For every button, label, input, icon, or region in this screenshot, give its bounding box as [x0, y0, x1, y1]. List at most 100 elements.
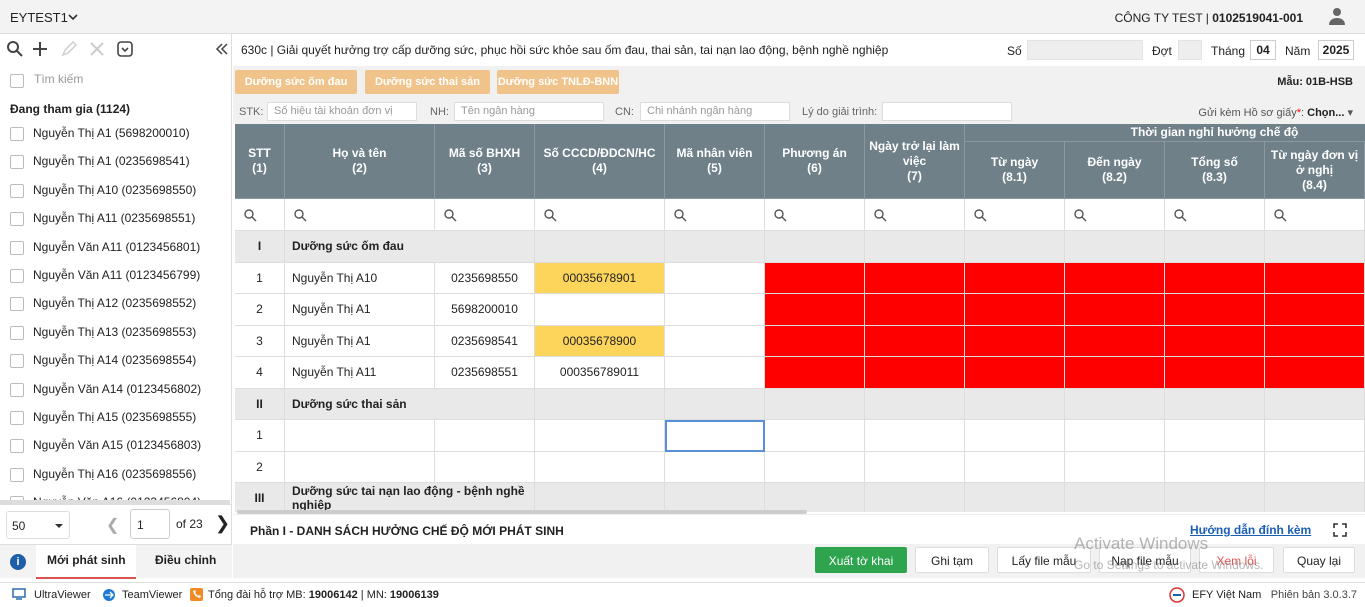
collapse-icon[interactable] [215, 42, 229, 56]
employee-checkbox[interactable] [10, 467, 24, 482]
tab-tnld-bnn[interactable]: Dưỡng sức TNLĐ-BNN [497, 70, 619, 94]
filter-cell[interactable] [1065, 199, 1165, 231]
employee-checkbox[interactable] [10, 410, 24, 425]
search-icon[interactable] [6, 40, 24, 58]
edit-icon[interactable] [60, 40, 78, 58]
row-error-cell[interactable] [1165, 325, 1265, 357]
employee-checkbox[interactable] [10, 183, 24, 198]
employee-checkbox[interactable] [10, 382, 24, 397]
employee-item[interactable]: Nguyễn Thị A1 (0235698541) [0, 148, 230, 176]
employee-item[interactable]: Nguyễn Thị A10 (0235698550) [0, 177, 230, 205]
employee-item[interactable]: Nguyễn Thị A1 (5698200010) [0, 120, 230, 148]
so-input[interactable] [1027, 40, 1143, 60]
row-error-cell[interactable] [865, 357, 965, 389]
employee-checkbox[interactable] [10, 240, 24, 255]
filter-cell[interactable] [1165, 199, 1265, 231]
next-page-icon[interactable]: ❯ [215, 513, 230, 534]
employee-checkbox[interactable] [10, 212, 24, 227]
dropdown-box-icon[interactable] [116, 40, 134, 58]
row-error-cell[interactable] [1265, 262, 1365, 294]
row-error-cell[interactable] [765, 325, 865, 357]
row-bhxh[interactable]: 0235698541 [435, 325, 535, 357]
chevron-down-icon[interactable] [68, 12, 78, 22]
filter-cell[interactable] [285, 199, 435, 231]
page-input[interactable]: 1 [130, 509, 170, 539]
employee-checkbox[interactable] [10, 127, 24, 141]
row-cell[interactable] [285, 451, 435, 483]
employee-item[interactable]: Nguyễn Văn A15 (0123456803) [0, 432, 230, 460]
row-error-cell[interactable] [1065, 357, 1165, 389]
user-icon[interactable] [1327, 6, 1347, 26]
row-error-cell[interactable] [1265, 294, 1365, 326]
row-error-cell[interactable] [765, 294, 865, 326]
guide-link[interactable]: Hướng dẫn đính kèm [1190, 523, 1311, 537]
row-cccd[interactable]: 000356789011 [535, 357, 665, 389]
filter-cell[interactable] [665, 199, 765, 231]
row-error-cell[interactable] [1265, 357, 1365, 389]
row-error-cell[interactable] [1065, 262, 1165, 294]
employee-item[interactable]: Nguyễn Văn A14 (0123456802) [0, 376, 230, 404]
row-cell[interactable] [1265, 420, 1365, 452]
row-error-cell[interactable] [965, 294, 1065, 326]
row-error-cell[interactable] [965, 325, 1065, 357]
expand-icon[interactable] [1333, 523, 1347, 537]
row-bhxh[interactable]: 0235698551 [435, 357, 535, 389]
row-error-cell[interactable] [1065, 294, 1165, 326]
teamviewer-link[interactable]: TeamViewer [122, 589, 182, 601]
search-input[interactable]: Tìm kiếm [8, 70, 208, 90]
lydo-input[interactable] [882, 102, 1012, 121]
employee-item[interactable]: Nguyễn Thị A11 (0235698551) [0, 205, 230, 233]
prev-page-icon[interactable]: ❮ [106, 515, 119, 535]
employee-item[interactable]: Nguyễn Văn A11 (0123456801) [0, 234, 230, 262]
filter-cell[interactable] [965, 199, 1065, 231]
row-cell[interactable] [285, 420, 435, 452]
row-cell[interactable] [435, 451, 535, 483]
info-icon[interactable]: i [10, 554, 26, 570]
close-icon[interactable] [88, 40, 106, 58]
export-button[interactable]: Xuất tờ khai [815, 547, 907, 573]
row-cell[interactable] [865, 420, 965, 452]
row-error-cell[interactable] [1165, 357, 1265, 389]
tab-om-dau[interactable]: Dưỡng sức ốm đau [235, 70, 357, 94]
employee-item[interactable]: Nguyễn Thị A15 (0235698555) [0, 404, 230, 432]
employee-checkbox[interactable] [10, 155, 24, 170]
row-cell[interactable] [535, 451, 665, 483]
row-cell[interactable] [765, 420, 865, 452]
row-employee-code[interactable] [665, 294, 765, 326]
filter-cell[interactable] [235, 199, 285, 231]
tab-thai-san[interactable]: Dưỡng sức thai sản [365, 70, 490, 94]
ultraviewer-link[interactable]: UltraViewer [34, 589, 91, 601]
row-error-cell[interactable] [1065, 325, 1165, 357]
employee-checkbox[interactable] [10, 439, 24, 454]
select-all-checkbox[interactable] [10, 74, 24, 88]
row-cell[interactable] [665, 420, 765, 452]
nh-input[interactable]: Tên ngân hàng [454, 102, 604, 121]
row-employee-code[interactable] [665, 357, 765, 389]
row-error-cell[interactable] [1265, 325, 1365, 357]
back-button[interactable]: Quay lại [1283, 547, 1355, 573]
employee-checkbox[interactable] [10, 297, 24, 312]
filter-cell[interactable] [865, 199, 965, 231]
row-cell[interactable] [1065, 420, 1165, 452]
row-cell[interactable] [1165, 451, 1265, 483]
row-error-cell[interactable] [765, 262, 865, 294]
row-cell[interactable] [1165, 420, 1265, 452]
row-cccd[interactable]: 00035678900 [535, 325, 665, 357]
row-name[interactable]: Nguyễn Thị A1 [285, 325, 435, 357]
row-name[interactable]: Nguyễn Thị A11 [285, 357, 435, 389]
row-error-cell[interactable] [765, 357, 865, 389]
year-input[interactable]: 2025 [1318, 40, 1354, 60]
tab-new[interactable]: Mới phát sinh [36, 545, 136, 579]
row-cell[interactable] [535, 420, 665, 452]
month-input[interactable]: 04 [1250, 40, 1276, 60]
stk-input[interactable]: Số hiệu tài khoản đơn vị [267, 102, 417, 121]
row-error-cell[interactable] [865, 325, 965, 357]
row-cccd[interactable]: 00035678901 [535, 262, 665, 294]
employee-item[interactable]: Nguyễn Văn A11 (0123456799) [0, 262, 230, 290]
attach-select[interactable]: Gửi kèm Hồ sơ giấy*: Chọn... ▾ [1198, 106, 1353, 119]
employee-checkbox[interactable] [10, 325, 24, 340]
row-error-cell[interactable] [1165, 294, 1265, 326]
filter-cell[interactable] [765, 199, 865, 231]
employee-item[interactable]: Nguyễn Văn A16 (0123456804) [0, 489, 230, 500]
employee-item[interactable]: Nguyễn Thị A14 (0235698554) [0, 347, 230, 375]
